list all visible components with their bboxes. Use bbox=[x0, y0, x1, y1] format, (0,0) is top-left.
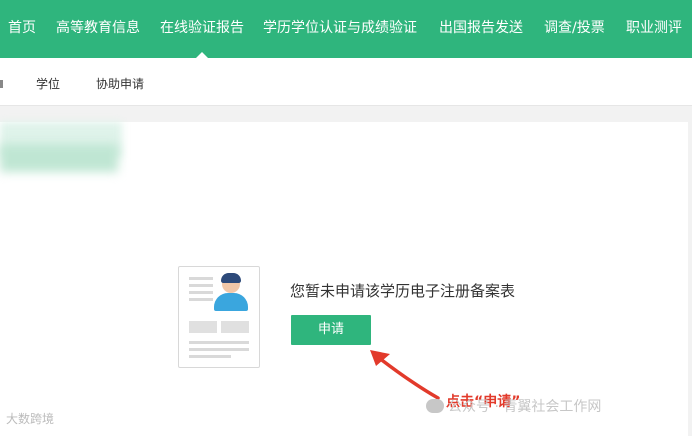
avatar-icon bbox=[214, 293, 248, 311]
nav-item-overseas-report[interactable]: 出国报告发送 bbox=[439, 19, 523, 37]
nav-item-online-verification-report[interactable]: 在线验证报告 bbox=[160, 19, 244, 37]
wechat-icon bbox=[426, 399, 444, 413]
top-navigation-bar: 首页 高等教育信息 在线验证报告 学历学位认证与成绩验证 出国报告发送 调查/投… bbox=[0, 0, 692, 58]
sub-navigation-bar: 学位 协助申请 bbox=[0, 58, 692, 106]
nav-item-home[interactable]: 首页 bbox=[8, 19, 36, 37]
watermark-left: 大数跨境 bbox=[6, 412, 55, 426]
nav-item-career-assessment[interactable]: 职业测评 bbox=[626, 19, 682, 37]
main-content-panel bbox=[0, 122, 688, 436]
sub-nav-item-degree[interactable]: 学位 bbox=[36, 77, 60, 91]
empty-state-message: 您暂未申请该学历电子注册备案表 bbox=[290, 282, 516, 300]
nav-item-degree-certification[interactable]: 学历学位认证与成绩验证 bbox=[263, 19, 417, 37]
sub-nav-item-assist-apply[interactable]: 协助申请 bbox=[96, 77, 144, 91]
blurred-user-info-secondary bbox=[0, 144, 118, 172]
watermark-right: 公众号 · 青翼社会工作网 bbox=[426, 398, 601, 416]
nav-item-higher-education-info[interactable]: 高等教育信息 bbox=[56, 19, 140, 37]
red-arrow-annotation bbox=[370, 350, 440, 400]
nav-item-survey-vote[interactable]: 调查/投票 bbox=[544, 19, 605, 37]
watermark-right-text: 公众号 · 青翼社会工作网 bbox=[448, 399, 602, 415]
document-placeholder-illustration bbox=[178, 266, 260, 368]
apply-button[interactable]: 申请 bbox=[291, 315, 371, 345]
sub-nav-cutoff-item bbox=[0, 80, 3, 88]
